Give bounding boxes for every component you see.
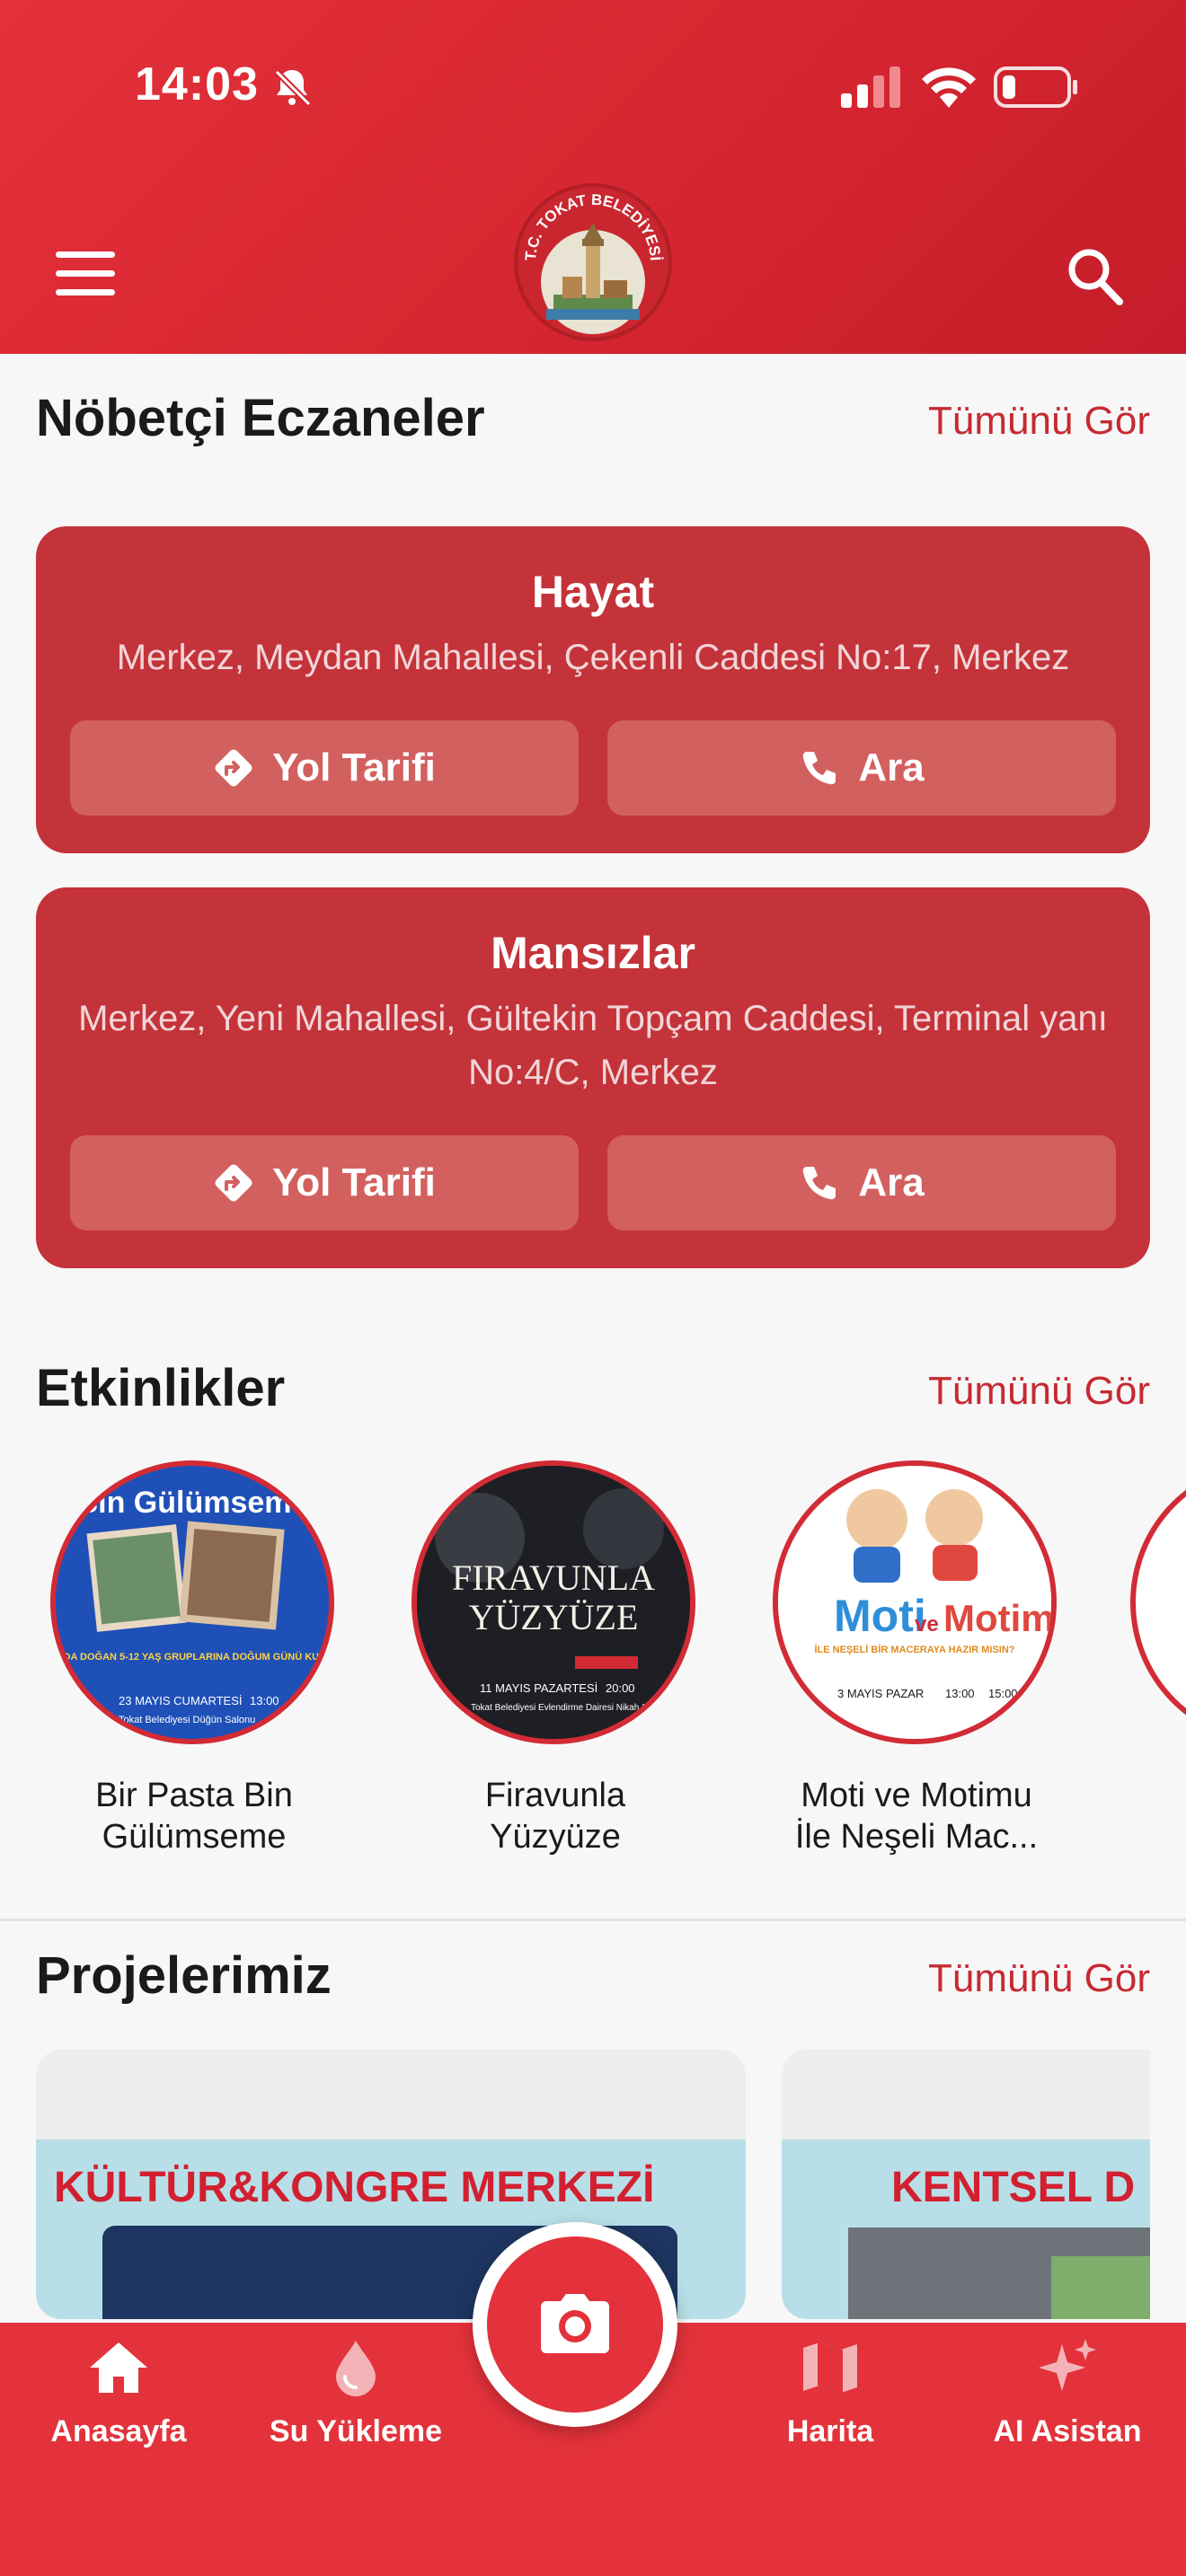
poster-date: 23 MAYIS CUMARTESİ <box>119 1694 243 1707</box>
project-banner-text: KÜLTÜR&KONGRE MERKEZİ <box>54 2164 655 2211</box>
bell-muted-icon <box>274 69 312 107</box>
poster-time: 20:00 <box>606 1681 635 1695</box>
map-icon <box>803 2342 857 2393</box>
poster-heading: Moti <box>834 1591 926 1641</box>
battery-icon <box>994 66 1077 108</box>
projects-see-all-link[interactable]: Tümünü Gör <box>928 1956 1150 2001</box>
tab-ai-assistant[interactable]: AI Asistan <box>960 2335 1175 2449</box>
tab-home[interactable]: Anasayfa <box>11 2335 226 2449</box>
event-title-line: Yüzyüze <box>490 1818 621 1856</box>
camera-button-inner <box>487 2236 663 2413</box>
poster-heading: Bin Gülümseme <box>76 1486 309 1520</box>
event-poster-graphic: Bin Gülümseme MAYIS AYINDA DOĞAN 5-12 YA… <box>56 1466 329 1739</box>
directions-label: Yol Tarifi <box>272 1160 436 1204</box>
directions-button[interactable]: Yol Tarifi <box>70 720 579 816</box>
poster-time: 13:00 <box>945 1687 975 1700</box>
event-poster-image <box>1130 1460 1186 1744</box>
project-card[interactable]: KENTSEL D <box>782 2050 1150 2319</box>
tab-label: Su Yükleme <box>269 2414 443 2448</box>
tab-water-topup[interactable]: Su Yükleme <box>248 2335 464 2449</box>
tab-label: Anasayfa <box>50 2414 187 2448</box>
event-title-line: İle Neşeli Mac... <box>794 1818 1039 1856</box>
phone-icon <box>803 1167 836 1200</box>
events-title: Etkinlikler <box>36 1359 286 1417</box>
pharmacy-card: Mansızlar Merkez, Yeni Mahallesi, Gültek… <box>36 887 1150 1268</box>
pharmacy-address: Merkez, Meydan Mahallesi, Çekenli Caddes… <box>116 638 1070 677</box>
poster-date: 11 MAYIS PAZARTESİ <box>480 1681 597 1695</box>
menu-icon-bar <box>56 270 115 277</box>
event-poster-image: FIRAVUNLA YÜZYÜZE 11 MAYIS PAZARTESİ 20:… <box>412 1460 695 1744</box>
poster-place: Tokat Belediyesi Düğün Salonu <box>119 1715 255 1725</box>
call-button[interactable]: Ara <box>607 720 1116 816</box>
poster-place: Tokat Belediyesi Evlendirme Dairesi Nika… <box>471 1703 669 1713</box>
tab-label: Harita <box>786 2414 874 2448</box>
project-image-tree <box>1051 2256 1150 2319</box>
event-title: Bir Pasta Bin Gülümseme <box>32 1775 356 1857</box>
status-time: 14:03 <box>135 58 259 110</box>
poster-heading: FIRAVUNLA <box>452 1557 655 1598</box>
poster-heading: Motimu <box>943 1597 1051 1639</box>
project-banner-text: KENTSEL D <box>891 2164 1136 2211</box>
event-title: Moti ve Motimu İle Neşeli Mac... <box>755 1775 1078 1857</box>
event-poster-graphic: Moti ve Motimu İLE NEŞELİ BİR MACERAYA H… <box>778 1466 1051 1739</box>
poster-heading: YÜZYÜZE <box>469 1597 639 1637</box>
camera-icon <box>541 2294 609 2353</box>
cellular-signal-icon <box>841 66 900 108</box>
sparkles-icon <box>1039 2339 1096 2391</box>
poster-time: 15:00 <box>988 1687 1018 1700</box>
pharmacies-see-all-link[interactable]: Tümünü Gör <box>928 399 1150 444</box>
menu-icon-bar <box>56 251 115 258</box>
event-title-line: Moti ve Motimu <box>801 1777 1032 1814</box>
home-icon <box>90 2342 147 2393</box>
event-title: Firavunla Yüzyüze <box>394 1775 717 1857</box>
call-label: Ara <box>858 1160 925 1204</box>
water-drop-icon <box>336 2341 376 2396</box>
poster-text: MAYIS AYINDA DOĞAN 5-12 YAŞ GRUPLARINA D… <box>56 1651 329 1663</box>
tab-map[interactable]: Harita <box>722 2335 938 2449</box>
call-button[interactable]: Ara <box>607 1135 1116 1231</box>
municipality-logo: T.C. TOKAT BELEDİYESİ <box>514 183 672 341</box>
wifi-icon <box>922 67 976 108</box>
poster-time: 13:00 <box>250 1694 279 1707</box>
poster-subtitle: İLE NEŞELİ BİR MACERAYA HAZIR MISIN? <box>814 1644 1014 1655</box>
section-divider <box>0 1919 1186 1921</box>
event-poster-graphic: FIRAVUNLA YÜZYÜZE 11 MAYIS PAZARTESİ 20:… <box>417 1466 690 1739</box>
directions-label: Yol Tarifi <box>272 745 436 790</box>
pharmacy-name: Hayat <box>531 567 655 617</box>
pharmacy-address: Merkez, Yeni Mahallesi, Gültekin Topçam … <box>78 999 1108 1092</box>
event-poster-image: Bin Gülümseme MAYIS AYINDA DOĞAN 5-12 YA… <box>50 1460 334 1744</box>
directions-icon <box>215 1164 252 1202</box>
event-title-line: Bir Pasta Bin <box>95 1777 293 1814</box>
event-poster-image: Moti ve Motimu İLE NEŞELİ BİR MACERAYA H… <box>773 1460 1057 1744</box>
search-button[interactable] <box>1066 246 1123 305</box>
poster-date: 3 MAYIS PAZAR <box>837 1687 924 1700</box>
events-see-all-link[interactable]: Tümünü Gör <box>928 1369 1150 1414</box>
tab-label: AI Asistan <box>993 2414 1142 2448</box>
directions-icon <box>215 749 252 787</box>
call-label: Ara <box>858 745 925 790</box>
event-item-partial[interactable] <box>1130 1460 1186 1757</box>
event-title-line: Firavunla <box>484 1777 626 1814</box>
pharmacy-name: Mansızlar <box>491 928 695 978</box>
pharmacy-card: Hayat Merkez, Meydan Mahallesi, Çekenli … <box>36 526 1150 853</box>
pharmacies-title: Nöbetçi Eczaneler <box>36 389 485 447</box>
directions-button[interactable]: Yol Tarifi <box>70 1135 579 1231</box>
poster-heading: ve <box>915 1612 939 1636</box>
phone-icon <box>803 752 836 785</box>
camera-button[interactable] <box>473 2222 677 2427</box>
event-title-line: Gülümseme <box>102 1818 287 1856</box>
menu-icon-bar <box>56 289 115 296</box>
menu-button[interactable] <box>56 251 128 305</box>
projects-title: Projelerimiz <box>36 1946 332 2005</box>
